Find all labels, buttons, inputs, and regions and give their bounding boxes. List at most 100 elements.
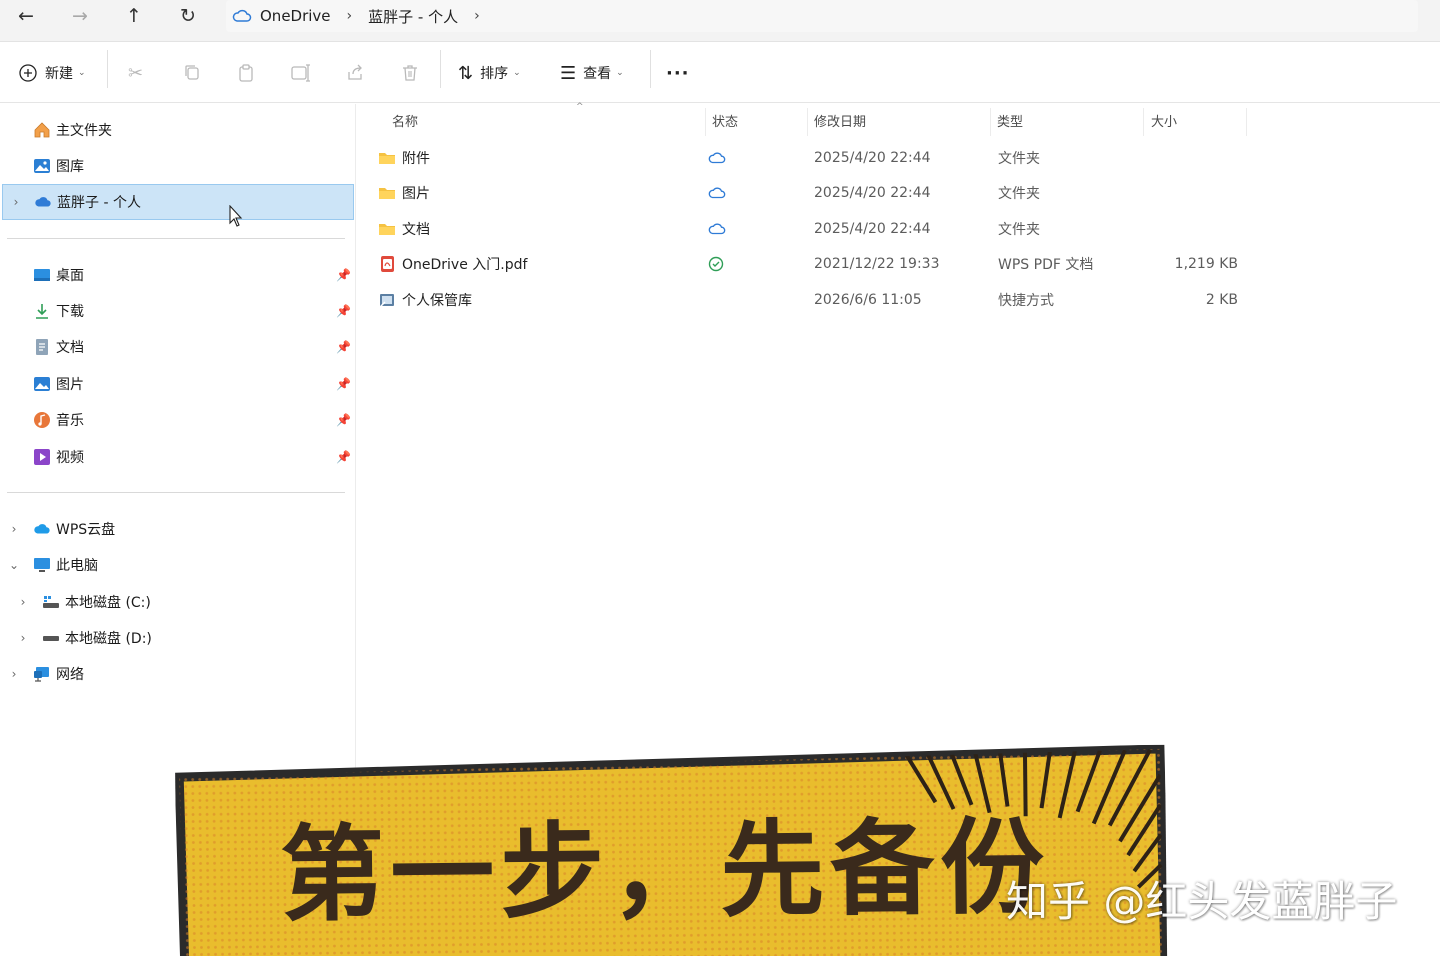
sidebar-item-onedrive-personal[interactable]: › 蓝胖子 - 个人 (2, 184, 354, 220)
sidebar-item-pictures[interactable]: 图片 📌 (0, 366, 354, 402)
copy-icon (185, 65, 199, 80)
view-list-icon: ☰ (560, 62, 577, 84)
column-header-type[interactable]: 类型 (997, 104, 1023, 136)
sidebar-item-wps-cloud[interactable]: › WPS云盘 (0, 511, 354, 547)
up-arrow-icon: ↑ (126, 5, 142, 27)
sidebar-item-gallery[interactable]: 图库 (0, 148, 354, 184)
breadcrumb-onedrive[interactable]: OneDrive (226, 0, 337, 32)
breadcrumb-label: OneDrive (260, 7, 331, 25)
column-divider[interactable] (1246, 108, 1247, 136)
copy-button[interactable] (182, 56, 202, 90)
more-options-icon: ··· (666, 62, 690, 84)
type-cell: 文件夹 (998, 185, 1040, 202)
chevron-right-icon[interactable]: › (10, 195, 22, 209)
pin-icon[interactable]: 📌 (336, 450, 351, 464)
file-row[interactable]: 图片 2025/4/20 22:44 文件夹 (366, 175, 1246, 210)
breadcrumb-label: 蓝胖子 - 个人 (368, 7, 459, 26)
folder-icon (379, 187, 395, 199)
breadcrumb-chevron-icon[interactable]: › (464, 8, 490, 24)
name-cell: OneDrive 入门.pdf (378, 246, 527, 281)
file-name: OneDrive 入门.pdf (402, 256, 528, 273)
gallery-icon (33, 157, 51, 175)
column-header-date[interactable]: 修改日期 (814, 104, 866, 136)
column-divider[interactable] (705, 108, 706, 136)
cloud-only-icon (708, 152, 726, 163)
pin-icon[interactable]: 📌 (336, 413, 351, 427)
drive-c-icon (42, 593, 60, 611)
chevron-right-icon[interactable]: › (17, 631, 29, 645)
sidebar-item-label: 本地磁盘 (D:) (65, 631, 152, 647)
trash-icon (403, 65, 417, 81)
sidebar-item-network[interactable]: › 网络 (0, 656, 354, 692)
chevron-down-icon[interactable]: ⌄ (8, 558, 20, 572)
column-header-status[interactable]: 状态 (712, 104, 738, 136)
sort-button[interactable]: ⇅ 排序 ⌄ (458, 56, 521, 90)
breadcrumb-personal[interactable]: 蓝胖子 - 个人 (362, 0, 464, 32)
desktop-icon (33, 266, 51, 284)
sidebar-item-music[interactable]: 音乐 📌 (0, 402, 354, 438)
sidebar-item-desktop[interactable]: 桌面 📌 (0, 257, 354, 293)
refresh-icon: ↻ (180, 5, 196, 27)
delete-button[interactable] (400, 56, 420, 90)
sidebar-item-documents[interactable]: 文档 📌 (0, 329, 354, 365)
back-button[interactable]: ← (6, 0, 46, 32)
chevron-right-icon[interactable]: › (8, 667, 20, 681)
onedrive-cloud-icon (232, 9, 252, 22)
pin-icon[interactable]: 📌 (336, 304, 351, 318)
name-cell: 图片 (378, 175, 430, 210)
banner-heading: 第一步，先备份 (279, 806, 1051, 937)
wps-cloud-icon (33, 520, 51, 538)
music-icon (33, 411, 51, 429)
forward-button[interactable]: → (60, 0, 100, 32)
sidebar-item-label: 文档 (56, 340, 84, 356)
breadcrumb-chevron-icon[interactable]: › (337, 8, 363, 24)
file-row[interactable]: 文档 2025/4/20 22:44 文件夹 (366, 211, 1246, 246)
column-header-name[interactable]: 名称 ^ (392, 102, 584, 136)
sidebar-item-label: 主文件夹 (56, 123, 112, 139)
cut-button[interactable]: ✂ (128, 56, 150, 90)
sidebar-item-downloads[interactable]: 下载 📌 (0, 293, 354, 329)
sidebar-item-home[interactable]: 主文件夹 (0, 112, 354, 148)
chevron-right-icon[interactable]: › (8, 522, 20, 536)
date-cell: 2025/4/20 22:44 (814, 184, 931, 201)
sidebar-item-videos[interactable]: 视频 📌 (0, 439, 354, 475)
column-header-label: 修改日期 (814, 114, 867, 130)
status-cell (708, 246, 724, 281)
type-cell: 文件夹 (998, 150, 1040, 167)
date-cell: 2021/12/22 19:33 (814, 255, 940, 272)
paste-button[interactable] (236, 56, 256, 90)
rename-button[interactable] (290, 56, 312, 90)
column-divider[interactable] (807, 108, 808, 136)
column-divider[interactable] (990, 108, 991, 136)
address-path[interactable]: OneDrive › 蓝胖子 - 个人 › (226, 0, 1418, 32)
refresh-button[interactable]: ↻ (168, 0, 208, 32)
command-bar: 新建 ⌄ ✂ ⇅ 排序 ⌄ ☰ 查看 ⌄ ··· (0, 42, 1440, 103)
sidebar-item-drive-c[interactable]: › 本地磁盘 (C:) (0, 584, 354, 620)
column-header-size[interactable]: 大小 (1151, 104, 1177, 136)
sort-label: 排序 (480, 66, 509, 82)
pin-icon[interactable]: 📌 (336, 268, 351, 282)
file-row[interactable]: 附件 2025/4/20 22:44 文件夹 (366, 140, 1246, 175)
file-name: 图片 (402, 185, 430, 202)
toolbar-divider (650, 50, 651, 88)
sidebar-item-this-pc[interactable]: ⌄ 此电脑 (0, 547, 354, 583)
status-cell (708, 175, 726, 210)
chevron-right-icon[interactable]: › (17, 595, 29, 609)
view-button[interactable]: ☰ 查看 ⌄ (560, 56, 624, 90)
pin-icon[interactable]: 📌 (336, 377, 351, 391)
file-row[interactable]: OneDrive 入门.pdf 2021/12/22 19:33 WPS PDF… (366, 246, 1246, 281)
column-header-label: 类型 (997, 114, 1024, 130)
sidebar-item-label: 桌面 (56, 268, 84, 284)
name-cell: 个人保管库 (378, 282, 472, 317)
more-options-button[interactable]: ··· (666, 56, 690, 90)
sidebar-item-drive-d[interactable]: › 本地磁盘 (D:) (0, 620, 354, 656)
share-button[interactable] (345, 56, 365, 90)
pin-icon[interactable]: 📌 (336, 340, 351, 354)
up-button[interactable]: ↑ (114, 0, 154, 32)
size-cell (1152, 175, 1238, 210)
file-row[interactable]: 个人保管库 2026/6/6 11:05 快捷方式 2 KB (366, 282, 1246, 317)
new-button[interactable]: 新建 ⌄ (18, 56, 86, 90)
network-icon (33, 665, 51, 683)
column-divider[interactable] (1143, 108, 1144, 136)
type-cell: 文件夹 (998, 221, 1040, 238)
